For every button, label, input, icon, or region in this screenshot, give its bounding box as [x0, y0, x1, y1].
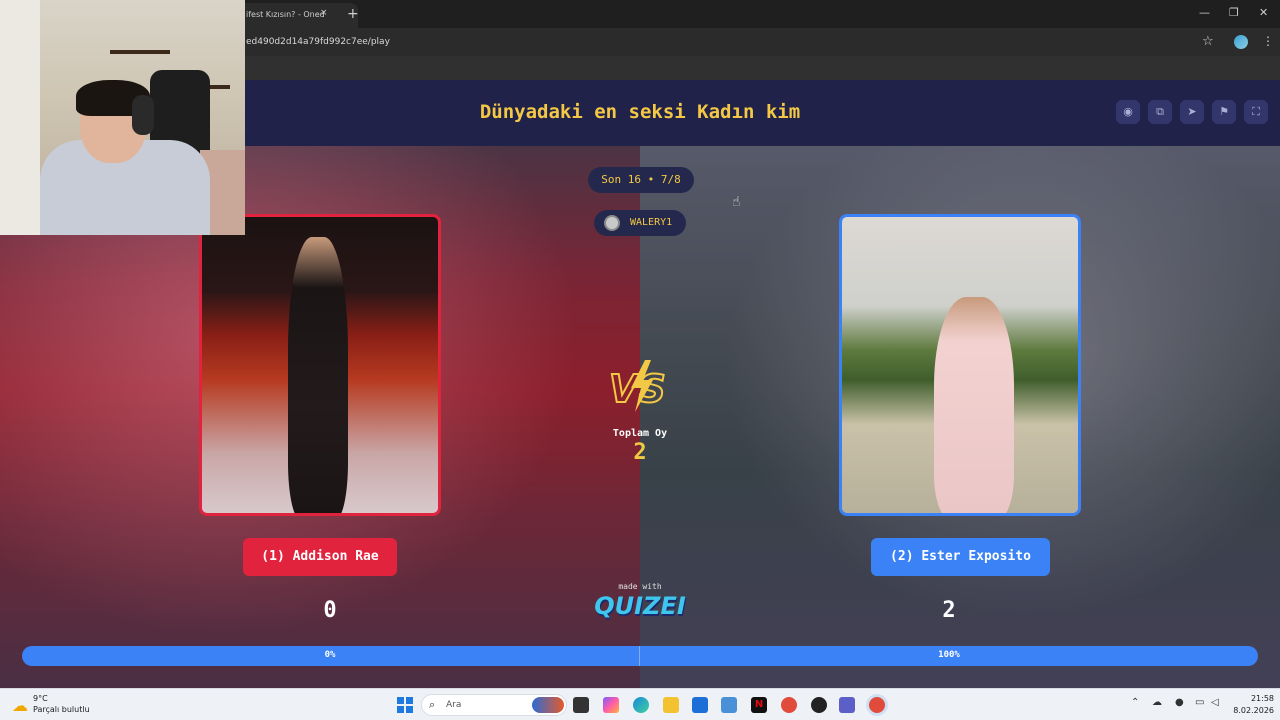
url-input[interactable]: ed490d2d14a79fd992c7ee/play	[246, 37, 390, 47]
webcam-overlay	[0, 0, 245, 235]
score-right: 2	[942, 598, 956, 623]
new-tab-button[interactable]: +	[347, 6, 359, 22]
progress-right-percent: 100%	[938, 650, 960, 660]
browser-tab[interactable]: ifest Kızısın? - Oned	[238, 3, 358, 28]
vs-icon: VS	[608, 360, 667, 412]
search-icon: ⌕	[429, 698, 436, 711]
weather-temperature[interactable]: 9°C	[33, 694, 48, 703]
round-badge: Son 16 • 7/8	[588, 167, 694, 193]
share-icon[interactable]: ⧉	[1148, 100, 1172, 124]
eye-icon[interactable]: ◉	[1116, 100, 1140, 124]
network-icon[interactable]: ▭	[1195, 697, 1204, 708]
copilot-icon[interactable]	[603, 697, 619, 713]
webcam-wall	[0, 0, 40, 235]
browser-menu-icon[interactable]: ⋮	[1262, 34, 1274, 48]
windows-taskbar: ☁ 9°C Parçalı bulutlu ⌕ Ara N ⌃ ☁ ● ▭ ◁ …	[0, 688, 1280, 720]
quizei-logo[interactable]: QUIZEI	[590, 592, 690, 620]
chrome-active-icon[interactable]	[869, 697, 885, 713]
progress-left-percent: 0%	[324, 650, 336, 660]
start-button[interactable]	[397, 697, 413, 713]
user-avatar	[604, 215, 620, 231]
volume-icon[interactable]: ◁	[1211, 697, 1219, 708]
total-votes-label: Toplam Oy	[612, 428, 668, 439]
onedrive-icon[interactable]: ☁	[1152, 697, 1162, 708]
pick-right-button[interactable]: (2) Ester Exposito	[871, 538, 1050, 576]
teams-icon[interactable]	[839, 697, 855, 713]
search-highlight-image	[532, 697, 564, 713]
right-figure	[934, 297, 1014, 513]
option-image-right[interactable]	[839, 214, 1081, 516]
score-left: 0	[323, 598, 337, 623]
user-badge[interactable]: WALERY1	[594, 210, 686, 236]
profile-avatar[interactable]	[1234, 35, 1248, 49]
progress-divider	[639, 646, 640, 666]
taskbar-search[interactable]: ⌕ Ara	[421, 694, 567, 716]
tab-close-icon[interactable]: ×	[320, 8, 328, 18]
tray-chevron-icon[interactable]: ⌃	[1131, 697, 1139, 708]
chrome-icon[interactable]	[781, 697, 797, 713]
mouse-cursor-icon: ☝	[732, 194, 741, 210]
netflix-icon[interactable]: N	[751, 697, 767, 713]
made-with-label: made with	[618, 582, 662, 591]
weather-description[interactable]: Parçalı bulutlu	[33, 705, 90, 714]
total-votes-value: 2	[633, 440, 647, 465]
send-icon[interactable]: ➤	[1180, 100, 1204, 124]
clock-date[interactable]: 8.02.2026	[1222, 706, 1274, 715]
search-input[interactable]: Ara	[446, 700, 461, 710]
store-icon[interactable]	[692, 697, 708, 713]
file-explorer-icon[interactable]	[663, 697, 679, 713]
app-icon[interactable]	[811, 697, 827, 713]
calendar-icon[interactable]	[721, 697, 737, 713]
pick-left-button[interactable]: (1) Addison Rae	[243, 538, 397, 576]
microphone-icon[interactable]: ●	[1175, 697, 1184, 708]
flag-icon[interactable]: ⚑	[1212, 100, 1236, 124]
vote-progress-bar: 0% 100%	[22, 646, 1258, 666]
user-name: WALERY1	[630, 217, 673, 228]
bookmark-star-icon[interactable]: ☆	[1202, 34, 1214, 49]
clock-time[interactable]: 21:58	[1230, 694, 1274, 703]
close-icon[interactable]: ✕	[1259, 6, 1268, 19]
webcam-headset	[132, 95, 154, 135]
browser-tab-title: ifest Kızısın? - Oned	[246, 10, 325, 19]
fullscreen-icon[interactable]: ⛶	[1244, 100, 1268, 124]
screen: ifest Kızısın? - Oned × + — ❐ ✕ ed490d2d…	[0, 0, 1280, 720]
task-view-icon[interactable]	[573, 697, 589, 713]
edge-icon[interactable]	[633, 697, 649, 713]
left-figure	[288, 237, 348, 513]
restore-icon[interactable]: ❐	[1229, 6, 1239, 19]
weather-icon[interactable]: ☁	[12, 696, 28, 715]
minimize-icon[interactable]: —	[1199, 6, 1210, 19]
option-image-left[interactable]	[199, 214, 441, 516]
webcam-shelf	[110, 50, 170, 54]
